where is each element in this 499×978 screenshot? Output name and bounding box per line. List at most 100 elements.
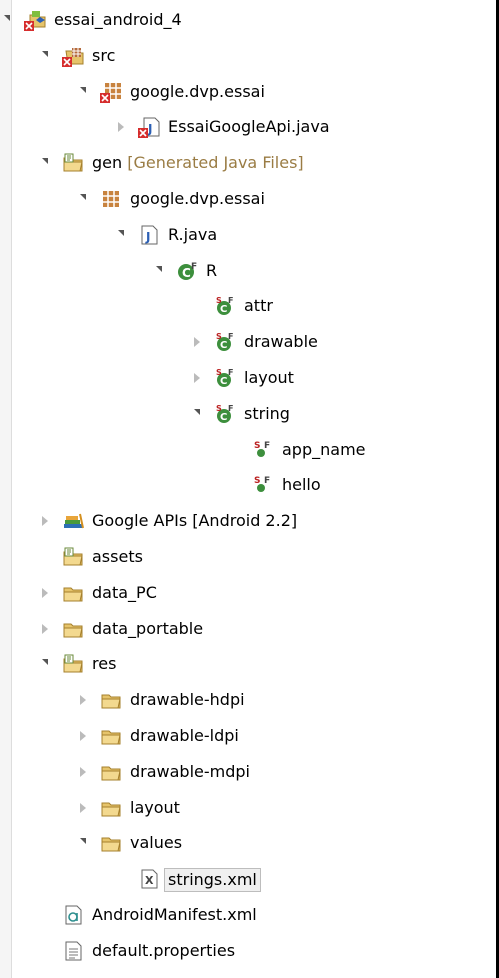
expanded-toggle-icon[interactable] [80,838,86,845]
expanded-toggle-icon[interactable] [42,659,48,666]
class-icon: CF [176,260,198,282]
tree-item-name: R [206,260,218,280]
collapsed-toggle-icon[interactable] [42,587,48,598]
tree-item[interactable]: S Fhello [0,467,499,503]
expanded-toggle-icon[interactable] [156,265,162,272]
expanded-toggle-icon[interactable] [80,86,86,93]
tree-item-name: attr [244,296,273,316]
tree-item-name: strings.xml [168,870,257,890]
library-icon [62,510,84,532]
svg-text:S: S [254,441,260,451]
tree-item[interactable]: src [0,38,499,74]
source-folder-icon [62,152,84,174]
collapsed-toggle-icon[interactable] [80,731,86,741]
tree-item[interactable]: CF R [0,253,499,289]
manifest-file-icon [62,904,84,926]
package-error-icon [100,81,122,103]
svg-text:S: S [254,476,260,486]
svg-text:S: S [216,332,222,341]
tree-item[interactable]: C S Fdrawable [0,324,499,360]
svg-text:F: F [228,368,233,377]
tree-item[interactable]: data_PC [0,575,499,611]
tree-item-name: layout [244,368,294,387]
tree-item[interactable]: google.dvp.essai [0,181,499,217]
tree-item[interactable]: drawable-hdpi [0,682,499,718]
tree-item[interactable]: layout [0,790,499,826]
package-explorer-tree: essai_android_4 src google.dvp.essai J Essai… [0,0,499,978]
expanded-toggle-icon[interactable] [42,158,48,165]
folder-icon [100,689,122,711]
tree-item-name: assets [92,547,143,566]
svg-text:J: J [145,230,150,244]
tree-item[interactable]: gen [Generated Java Files] [0,145,499,181]
tree-item[interactable]: J R.java [0,217,499,253]
tree-item[interactable]: C S Fattr [0,288,499,324]
tree-item-label: strings.xml [164,868,261,893]
tree-item-label: data_PC [92,582,157,604]
tree-item-name: app_name [282,439,366,459]
collapsed-toggle-icon[interactable] [80,695,86,706]
tree-item-name: drawable-hdpi [130,690,245,710]
java-file-error-icon: J [138,116,160,139]
tree-item-label: src [92,45,115,67]
tree-item-name: data_portable [92,618,204,638]
tree-item-name: res [92,654,117,674]
tree-item[interactable]: google.dvp.essai [0,74,499,110]
tree-item-label: AndroidManifest.xml [92,904,257,926]
tree-item[interactable]: drawable-mdpi [0,754,499,790]
svg-text:C: C [220,412,227,423]
tree-item[interactable]: values [0,825,499,861]
collapsed-toggle-icon[interactable] [194,373,200,383]
tree-item-name: drawable-ldpi [130,726,239,745]
tree-item-name: essai_android_4 [54,10,182,29]
svg-text:S: S [216,296,222,305]
tree-item[interactable]: Google APIs [Android 2.2] [0,503,499,539]
tree-item-decoration: [Generated Java Files] [122,153,304,173]
collapsed-toggle-icon[interactable] [42,623,48,634]
tree-item[interactable]: data_portable [0,611,499,647]
collapsed-toggle-icon[interactable] [194,337,200,348]
svg-text:F: F [228,332,233,341]
java-file-icon: J [138,224,160,246]
expanded-toggle-icon[interactable] [194,408,200,415]
static-field-icon: SF [252,439,274,461]
tree-item[interactable]: S F app_name [0,432,499,468]
collapsed-toggle-icon[interactable] [118,122,124,133]
tree-item-name: drawable [244,332,318,352]
tree-item-label: drawable [244,331,318,353]
tree-item[interactable]: assets [0,539,499,575]
tree-item-label: R [206,260,217,282]
tree-item[interactable]: J EssaiGoogleApi.java [0,109,499,145]
tree-item[interactable]: C S Flayout [0,360,499,396]
collapsed-toggle-icon[interactable] [80,802,86,813]
tree-item-name: data_PC [92,582,157,602]
svg-text:C: C [220,376,227,387]
tree-item[interactable]: res [0,646,499,682]
expanded-toggle-icon[interactable] [4,15,10,21]
tree-item[interactable]: C S F string [0,396,499,432]
tree-item[interactable]: default.properties [0,933,499,969]
expanded-toggle-icon[interactable] [42,50,48,57]
tree-item[interactable]: Xstrings.xml [0,861,499,897]
tree-item-label: layout [130,797,180,819]
folder-icon [62,618,84,640]
tree-item-label: default.properties [92,940,235,962]
svg-text:X: X [145,874,154,887]
expanded-toggle-icon[interactable] [118,229,124,236]
tree-item[interactable]: drawable-ldpi [0,718,499,754]
tree-item-name: string [244,403,290,423]
folder-icon [62,582,84,604]
tree-item[interactable]: AndroidManifest.xml [0,897,499,933]
tree-item-name: gen [92,153,123,173]
tree-item-label: hello [282,474,321,496]
inner-class-icon: CSF [214,403,236,425]
collapsed-toggle-icon[interactable] [80,766,86,777]
tree-item-label: drawable-hdpi [130,689,245,711]
tree-item[interactable]: essai_android_4 [0,2,499,38]
tree-item-label: drawable-ldpi [130,725,239,747]
svg-text:F: F [191,262,197,272]
folder-icon [100,832,122,854]
source-folder-icon [62,546,84,568]
collapsed-toggle-icon[interactable] [42,516,48,527]
expanded-toggle-icon[interactable] [80,194,86,200]
